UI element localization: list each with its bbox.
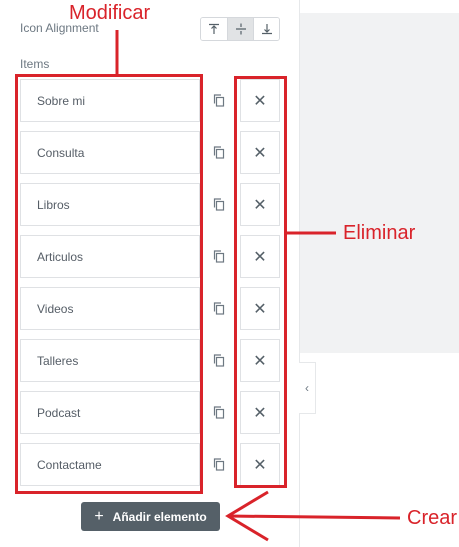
annotation-lines [115, 30, 401, 542]
create-arrow-shaft [227, 514, 401, 520]
